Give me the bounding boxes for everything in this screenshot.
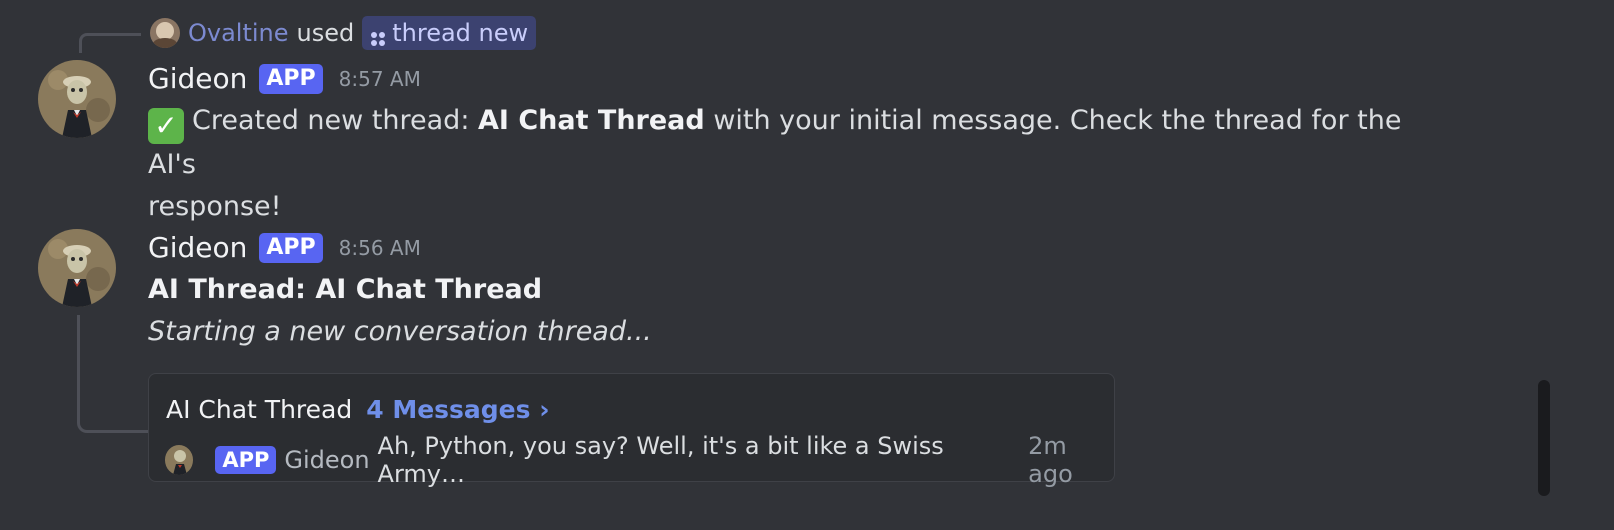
slash-command-pill[interactable]: thread new xyxy=(362,16,537,50)
app-badge: APP xyxy=(259,232,323,263)
check-mark-icon: ✓ xyxy=(148,108,184,144)
preview-time: 2m ago xyxy=(1028,432,1073,488)
author-name[interactable]: Gideon xyxy=(148,62,247,95)
thread-name-bold: AI Chat Thread xyxy=(478,105,705,136)
thread-card-header: AI Chat Thread 4 Messages › xyxy=(166,395,550,424)
reply-used-text: used xyxy=(296,19,355,47)
message-1-body: ✓ Created new thread: AI Chat Thread with… xyxy=(148,100,1448,228)
thread-preview-card[interactable]: AI Chat Thread 4 Messages › APP Gideon A… xyxy=(148,373,1115,488)
embed-title: AI Thread: AI Chat Thread xyxy=(148,274,543,305)
embed-subtitle: Starting a new conversation thread... xyxy=(148,316,652,347)
preview-app-badge: APP xyxy=(215,446,277,474)
timestamp[interactable]: 8:57 AM xyxy=(339,67,421,91)
thread-message-count-link[interactable]: 4 Messages › xyxy=(366,395,549,424)
thread-latest-message: APP Gideon Ah, Python, you say? Well, it… xyxy=(165,432,1114,488)
ovaltine-avatar[interactable] xyxy=(150,18,180,48)
message-text-prefix: Created new thread: xyxy=(192,105,479,136)
command-name: thread new xyxy=(392,19,529,47)
preview-avatar xyxy=(165,445,194,475)
reply-context: Ovaltine used thread new xyxy=(150,16,537,50)
app-badge: APP xyxy=(259,63,323,94)
reply-username[interactable]: Ovaltine xyxy=(188,19,289,47)
message-2-header: Gideon APP 8:56 AM xyxy=(148,231,421,264)
timestamp[interactable]: 8:56 AM xyxy=(339,236,421,260)
preview-text: Ah, Python, you say? Well, it's a bit li… xyxy=(377,432,944,488)
thread-name[interactable]: AI Chat Thread xyxy=(166,395,352,424)
scrollbar-thumb[interactable] xyxy=(1538,380,1550,496)
message-text-line2: response! xyxy=(148,191,282,222)
message-1-header: Gideon APP 8:57 AM xyxy=(148,62,421,95)
author-name[interactable]: Gideon xyxy=(148,231,247,264)
gideon-avatar-2[interactable] xyxy=(38,229,116,307)
reply-connector-line xyxy=(79,33,141,53)
thread-connector-line xyxy=(77,315,149,433)
command-icon xyxy=(370,25,386,46)
gideon-avatar[interactable] xyxy=(38,60,116,138)
preview-author: Gideon xyxy=(284,446,370,474)
